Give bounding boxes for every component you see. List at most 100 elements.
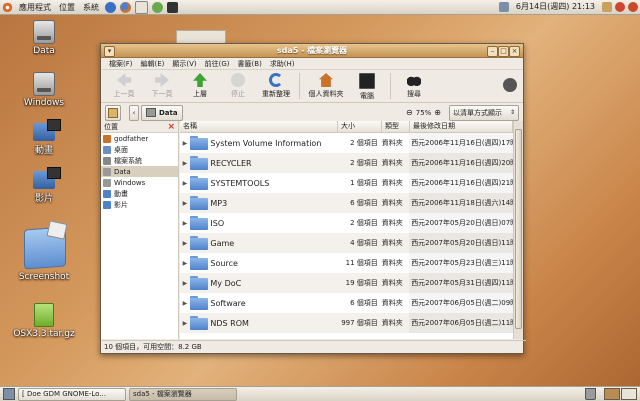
window-menu-icon[interactable]: ▾ [104, 46, 115, 57]
minimize-button[interactable]: – [487, 46, 498, 57]
vertical-scrollbar[interactable] [513, 121, 523, 339]
desktop-icon-archive[interactable]: OSX3.3.tar.gz [9, 303, 79, 339]
table-row[interactable]: ▶ Game 4 個項目 資料夾 西元2007年05月20日(週日)11時 [180, 233, 513, 253]
forward-button[interactable]: 下一頁 [143, 70, 181, 99]
menu-places[interactable]: 位置 [55, 2, 79, 13]
reload-button[interactable]: 重新整理 [257, 70, 295, 99]
scrollbar-thumb[interactable] [515, 129, 522, 329]
table-row[interactable]: ▶ NDS ROM 997 個項目 資料夾 西元2007年06月05日(週二)11時 [180, 313, 513, 333]
sidebar-item-animation[interactable]: 動畫 [101, 188, 178, 199]
menu-applications[interactable]: 應用程式 [15, 2, 55, 13]
table-row[interactable]: ▶ ISO 2 個項目 資料夾 西元2007年05月20日(週日)07時 [180, 213, 513, 233]
home-button[interactable]: 個人資料夾 [304, 70, 348, 99]
maximize-button[interactable]: □ [498, 46, 509, 57]
view-mode-select[interactable]: 以清單方式顯示 ⇕ [449, 104, 519, 121]
desktop-icon-animation[interactable]: 動畫 [9, 119, 79, 156]
location-toggle-button[interactable] [105, 104, 121, 121]
network-icon[interactable] [498, 1, 509, 12]
terminal-icon[interactable] [167, 1, 178, 13]
column-date[interactable]: 最後修改日期 [410, 121, 513, 132]
sidebar-item-desktop[interactable]: 桌面 [101, 144, 178, 155]
sidebar-item-godfather[interactable]: godfather [101, 133, 178, 144]
folder-icon [189, 236, 208, 250]
menu-help[interactable]: 求助(H) [266, 59, 299, 69]
up-button[interactable]: 上層 [181, 70, 219, 99]
table-row[interactable]: ▶ Source 11 個項目 資料夾 西元2007年05月23日(週三)11時 [180, 253, 513, 273]
sidebar-select[interactable]: 位置 [104, 122, 118, 132]
chat-icon[interactable] [152, 1, 163, 13]
sidebar-item-windows[interactable]: Windows [101, 177, 178, 188]
zoom-in-icon[interactable]: ⊕ [434, 108, 441, 117]
menu-system[interactable]: 系統 [79, 2, 103, 13]
email-icon[interactable] [135, 0, 148, 14]
sidebar-close-icon[interactable]: × [167, 122, 175, 132]
update-icon[interactable] [615, 1, 625, 12]
taskbar-item-file-browser[interactable]: sda5 - 檔案瀏覽器 [129, 387, 237, 401]
desktop-icon-screenshot[interactable]: Screenshot [9, 220, 79, 282]
stop-icon [231, 73, 245, 87]
column-name[interactable]: 名稱 [180, 121, 338, 132]
volume-icon[interactable] [602, 1, 612, 12]
sidebar-item-data[interactable]: Data [101, 166, 178, 177]
show-desktop-icon[interactable] [3, 388, 15, 400]
toolbar: 上一頁 下一頁 上層 停止 重新整理 個人資料夾 電腦 搜尋 [101, 70, 523, 103]
expand-arrow-icon[interactable]: ▶ [180, 320, 190, 327]
menu-bookmarks[interactable]: 書籤(B) [234, 59, 266, 69]
desktop-icon-data[interactable]: Data [9, 20, 79, 56]
table-row[interactable]: ▶ MP3 6 個項目 資料夾 西元2006年11月18日(週六)14時 [180, 193, 513, 213]
drive-icon [103, 167, 111, 176]
taskbar-item-gdm[interactable]: [ Doe GDM GNOME-Lo... [18, 387, 126, 401]
column-type[interactable]: 類型 [382, 121, 410, 132]
home-folder-icon [103, 134, 111, 143]
expand-arrow-icon[interactable]: ▶ [180, 220, 190, 227]
expand-arrow-icon[interactable]: ▶ [180, 260, 190, 267]
expand-arrow-icon[interactable]: ▶ [180, 160, 190, 167]
menu-view[interactable]: 顯示(V) [168, 59, 200, 69]
table-row[interactable]: ▶ System Volume Information 2 個項目 資料夾 西元2006… [180, 133, 513, 153]
table-row[interactable]: ▶ SYSTEMTOOLS 1 個項目 資料夾 西元2006年11月16日(週四)21時 [180, 173, 513, 193]
back-button[interactable]: 上一頁 [105, 70, 143, 99]
clock[interactable]: 6月14日(週四) 21:13 [512, 1, 599, 12]
search-button[interactable]: 搜尋 [395, 70, 433, 99]
expand-arrow-icon[interactable]: ▶ [180, 300, 190, 307]
firefox-icon[interactable] [120, 1, 131, 13]
sidebar-item-filesystem[interactable]: 檔案系統 [101, 155, 178, 166]
trash-icon[interactable] [585, 388, 596, 400]
sidebar: 位置 × godfather 桌面 檔案系統 Data Windows 動畫 影… [101, 121, 179, 339]
toolbar-separator [390, 73, 391, 99]
window-titlebar[interactable]: ▾ sda5 - 檔案瀏覽器 – □ × [101, 44, 523, 58]
workspace-switcher[interactable] [604, 388, 637, 400]
menu-file[interactable]: 檔案(F) [105, 59, 137, 69]
ubuntu-logo-icon[interactable] [2, 1, 13, 13]
help-icon[interactable] [105, 1, 116, 13]
expand-arrow-icon[interactable]: ▶ [180, 180, 190, 187]
table-row[interactable]: ▶ Software 6 個項目 資料夾 西元2007年06月05日(週二)09時 [180, 293, 513, 313]
table-row[interactable]: ▶ My DoC 19 個項目 資料夾 西元2007年05月31日(週四)11時 [180, 273, 513, 293]
close-button[interactable]: × [509, 46, 520, 57]
column-size[interactable]: 大小 [338, 121, 382, 132]
folder-icon [189, 176, 208, 190]
back-arrow-icon [117, 73, 131, 87]
expand-arrow-icon[interactable]: ▶ [180, 140, 190, 147]
desktop-icon-video[interactable]: 影片 [9, 167, 79, 204]
zoom-out-icon[interactable]: ⊖ [406, 108, 413, 117]
folder-icon [189, 196, 208, 210]
forward-arrow-icon [155, 73, 169, 87]
zoom-level[interactable]: 75% [416, 109, 432, 117]
power-icon[interactable] [628, 1, 638, 12]
computer-button[interactable]: 電腦 [348, 70, 386, 101]
toolbar-separator [299, 73, 300, 99]
table-row[interactable]: ▶ RECYCLER 2 個項目 資料夾 西元2006年11月16日(週四)20時 [180, 153, 513, 173]
menu-edit[interactable]: 編輯(E) [137, 59, 169, 69]
desktop-icon-windows[interactable]: Windows [9, 72, 79, 108]
expand-arrow-icon[interactable]: ▶ [180, 280, 190, 287]
expand-arrow-icon[interactable]: ▶ [180, 200, 190, 207]
folder-icon [189, 316, 208, 330]
path-button-data[interactable]: Data [141, 104, 183, 121]
expand-arrow-icon[interactable]: ▶ [180, 240, 190, 247]
menu-go[interactable]: 前往(G) [201, 59, 234, 69]
stop-button[interactable]: 停止 [219, 70, 257, 99]
path-left-arrow[interactable]: ‹ [129, 104, 139, 121]
archive-icon [34, 303, 54, 327]
sidebar-item-video[interactable]: 影片 [101, 199, 178, 210]
